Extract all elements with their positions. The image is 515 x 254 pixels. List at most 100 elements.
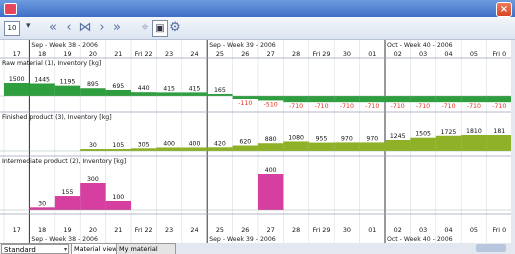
day-label-bottom: Fri 22 <box>135 226 153 234</box>
bar <box>258 174 284 210</box>
day-label-top: 26 <box>241 50 249 58</box>
data-label: 155 <box>62 189 74 196</box>
bar <box>232 145 258 151</box>
data-label: 970 <box>366 135 378 142</box>
layout-select-value: Standard <box>4 246 36 254</box>
data-label: 440 <box>138 85 150 92</box>
bar <box>283 96 309 103</box>
data-label: 880 <box>265 136 277 143</box>
bar <box>359 96 385 103</box>
data-label: 1080 <box>288 134 304 141</box>
bar <box>181 92 208 96</box>
day-label-top: 24 <box>190 50 198 58</box>
row-label: Raw material (1), Inventory [kg] <box>2 60 101 67</box>
settings-button[interactable]: ⚙ <box>168 20 182 35</box>
data-label: -710 <box>441 103 455 110</box>
data-label: 30 <box>89 142 97 149</box>
day-label-top: 01 <box>368 50 376 58</box>
bar <box>181 147 208 151</box>
nav-disabled-button[interactable]: ⌖ <box>138 20 152 35</box>
tab-my-material-view[interactable]: My material view <box>116 244 176 254</box>
day-label-bottom: 05 <box>470 226 478 234</box>
bar <box>385 96 411 103</box>
data-label: 400 <box>163 140 175 147</box>
zoom-dropdown-icon[interactable]: ▾ <box>26 21 31 31</box>
day-label-top: 17 <box>13 50 21 58</box>
data-label: -710 <box>314 103 328 110</box>
data-label: 415 <box>189 85 201 92</box>
bar <box>308 96 335 103</box>
first-page-button[interactable]: « <box>46 20 60 35</box>
bar <box>80 183 106 210</box>
bar <box>105 149 131 151</box>
data-label: 695 <box>112 83 124 90</box>
bar <box>29 83 55 96</box>
day-label-bottom: 01 <box>368 226 376 234</box>
bar <box>410 96 436 103</box>
day-label-bottom: Fri 29 <box>313 226 331 234</box>
bar <box>461 135 487 151</box>
last-page-button[interactable]: » <box>110 20 124 35</box>
day-label-bottom: 18 <box>38 226 46 234</box>
day-label-bottom: 21 <box>114 226 122 234</box>
bar <box>207 147 233 151</box>
inventory-chart: Sep - Week 38 - 2006 Sep - Week 38 - 2006… <box>0 40 511 243</box>
chevron-down-icon[interactable]: ▾ <box>64 245 67 254</box>
bar <box>461 96 487 103</box>
day-label-bottom: 20 <box>89 226 97 234</box>
select-mode-button[interactable]: ▣ <box>152 20 168 37</box>
data-label: -510 <box>264 101 278 108</box>
scrollbar-thumb[interactable] <box>476 244 506 252</box>
day-label-bottom: 24 <box>190 226 198 234</box>
week-label-top: Sep - Week 38 - 2006 <box>31 42 98 49</box>
day-label-top: 05 <box>470 50 478 58</box>
day-label-top: Fri 0 <box>492 50 506 58</box>
bar <box>435 96 462 103</box>
horizontal-scrollbar[interactable] <box>176 243 515 254</box>
previous-page-button[interactable]: ‹ <box>62 20 76 35</box>
day-label-bottom: 19 <box>63 226 71 234</box>
vertical-scrollbar[interactable] <box>511 40 515 243</box>
zoom-field[interactable]: 10 <box>4 21 20 36</box>
data-label: -710 <box>467 103 481 110</box>
data-label: -710 <box>365 103 379 110</box>
bar <box>334 142 360 151</box>
day-label-bottom: 25 <box>216 226 224 234</box>
day-label-top: 03 <box>419 50 427 58</box>
bar <box>232 96 258 99</box>
close-button[interactable]: × <box>496 2 512 17</box>
day-label-top: 18 <box>38 50 46 58</box>
data-label: 105 <box>112 142 124 149</box>
application-window: × 10 ▾ «‹ ⋈ ›» ⌖ ▣ ⚙ Sep - Week 38 - 2006 Sep … <box>0 0 515 254</box>
center-button[interactable]: ⋈ <box>78 20 92 35</box>
bar <box>334 96 360 103</box>
bar <box>29 207 55 210</box>
toolbar: 10 ▾ «‹ ⋈ ›» ⌖ ▣ ⚙ <box>0 17 515 40</box>
next-page-button[interactable]: › <box>95 20 109 35</box>
bar <box>54 85 81 96</box>
bar <box>156 92 182 96</box>
data-label: 1245 <box>390 133 406 140</box>
week-label-top: Sep - Week 39 - 2006 <box>209 42 276 49</box>
data-label: 165 <box>214 87 226 94</box>
bar <box>435 135 462 151</box>
day-label-top: 19 <box>63 50 71 58</box>
bar <box>105 89 131 96</box>
day-label-top: 25 <box>216 50 224 58</box>
day-label-bottom: Fri 0 <box>492 226 506 234</box>
day-label-bottom: 28 <box>292 226 300 234</box>
bar <box>308 142 335 151</box>
data-label: -710 <box>391 103 405 110</box>
day-label-top: Fri 29 <box>313 50 331 58</box>
bar <box>207 94 233 96</box>
week-label-top: Oct - Week 40 - 2006 <box>387 42 453 49</box>
data-label: 415 <box>163 85 175 92</box>
planning-chart: Sep - Week 38 - 2006 Sep - Week 38 - 2006… <box>0 40 511 243</box>
day-label-top: 02 <box>394 50 402 58</box>
row-label: Finished product (3), Inventory [kg] <box>2 114 112 121</box>
bar <box>486 135 511 151</box>
tab-material-view[interactable]: Material view <box>71 244 121 254</box>
layout-select[interactable]: Standard ▾ <box>1 244 69 254</box>
app-icon[interactable] <box>4 3 17 15</box>
bar <box>486 96 511 103</box>
